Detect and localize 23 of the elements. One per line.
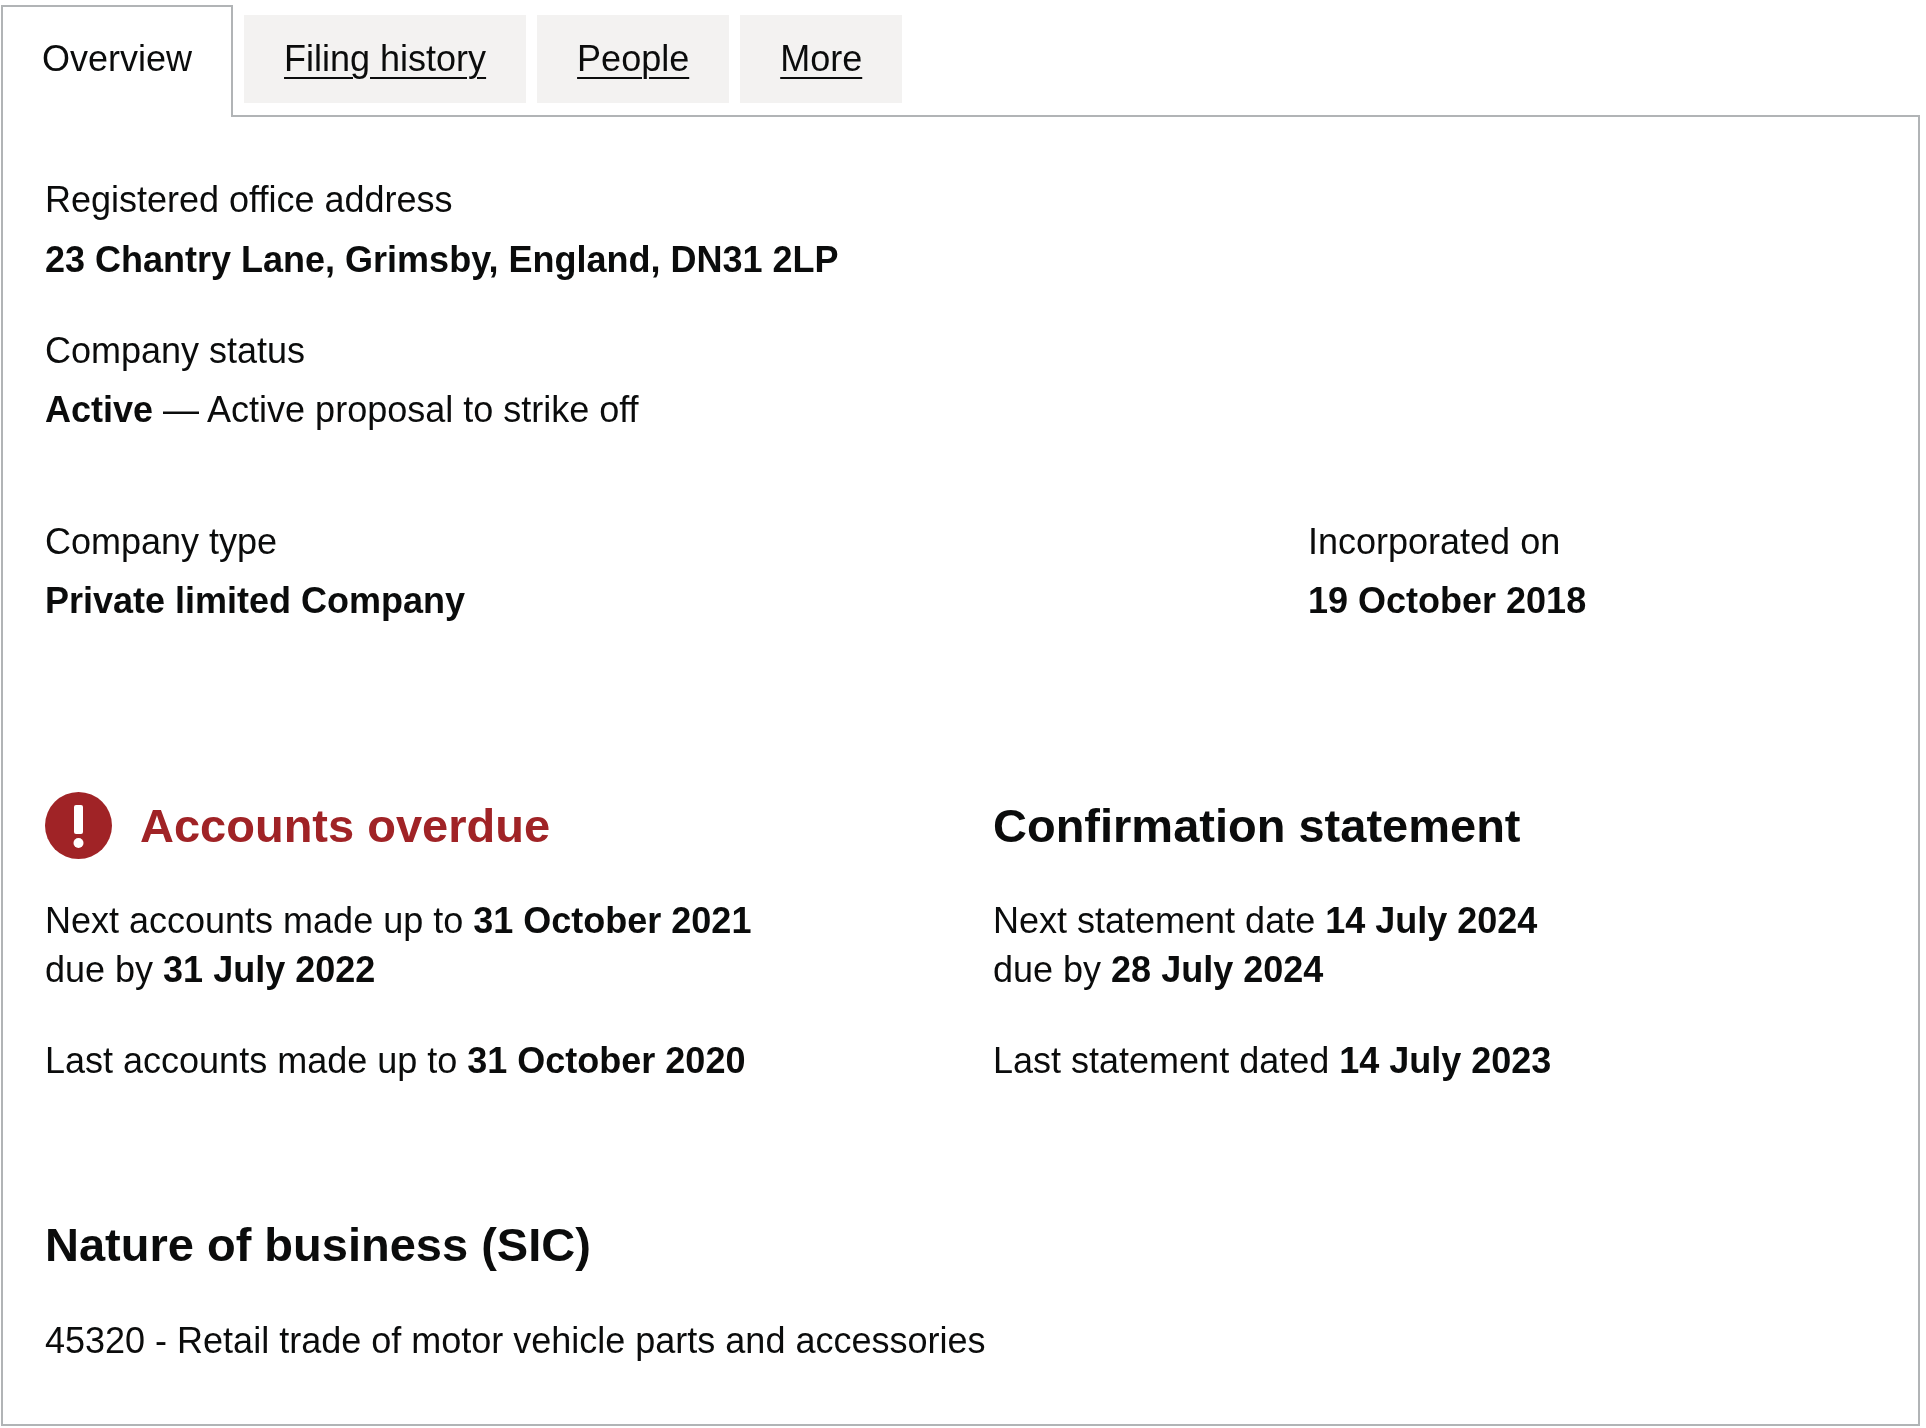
- date-text: due by 28 July 2024: [993, 948, 1324, 992]
- exclamation-icon: [45, 792, 112, 859]
- section-heading: Nature of business (SIC): [45, 1217, 592, 1273]
- field-label: Company status: [45, 329, 306, 373]
- tab[interactable]: People: [537, 15, 730, 103]
- date-text: Last accounts made up to 31 October 2020: [45, 1039, 746, 1083]
- field-value: Private limited Company: [45, 579, 466, 623]
- field-label: Company type: [45, 520, 278, 564]
- field-label: Incorporated on: [1308, 520, 1561, 564]
- date-text: Last statement dated 14 July 2023: [993, 1039, 1552, 1083]
- field-value: Active — Active proposal to strike off: [45, 388, 639, 432]
- field-value: 23 Chantry Lane, Grimsby, England, DN31 2LP: [45, 238, 839, 282]
- tab[interactable]: Filing history: [244, 15, 527, 103]
- date-text: Next statement date 14 July 2024: [993, 899, 1538, 943]
- tab[interactable]: Overview: [1, 5, 234, 117]
- field-label: Registered office address: [45, 178, 453, 222]
- section-heading: Confirmation statement: [993, 797, 1521, 854]
- section-heading: Accounts overdue: [140, 797, 551, 854]
- date-text: due by 31 July 2022: [45, 948, 376, 992]
- sic-text: 45320 - Retail trade of motor vehicle parts and accessories: [45, 1319, 987, 1363]
- date-text: Next accounts made up to 31 October 2021: [45, 899, 752, 943]
- field-value: 19 October 2018: [1308, 579, 1587, 623]
- tab[interactable]: More: [740, 15, 903, 103]
